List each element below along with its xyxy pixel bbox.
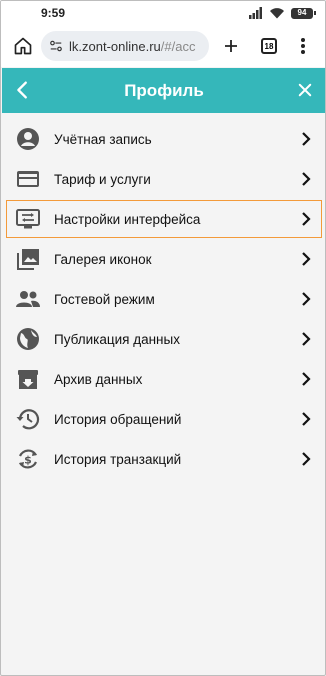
menu-item-transaction-history[interactable]: $ История транзакций bbox=[2, 439, 325, 479]
browser-toolbar: lk.zont-online.ru/#/acc 18 bbox=[1, 25, 325, 67]
chevron-right-icon bbox=[302, 292, 311, 306]
menu-item-guest-mode[interactable]: Гостевой режим bbox=[2, 279, 325, 319]
menu-item-label: Архив данных bbox=[54, 371, 143, 387]
menu-item-data-publishing[interactable]: Публикация данных bbox=[2, 319, 325, 359]
menu-item-data-archive[interactable]: Архив данных bbox=[2, 359, 325, 399]
transaction-history-icon: $ bbox=[15, 446, 41, 472]
chevron-left-icon bbox=[17, 81, 27, 99]
wifi-icon bbox=[270, 8, 284, 19]
account-icon bbox=[15, 126, 41, 152]
chevron-right-icon bbox=[302, 452, 311, 466]
url-path: /#/acc bbox=[160, 38, 196, 54]
profile-menu: Учётная запись Тариф и услуги Настройки … bbox=[2, 119, 325, 479]
phone-frame: 9:59 94 lk.zont-online.ru/#/acc 18 Профи… bbox=[0, 0, 326, 676]
globe-icon bbox=[15, 326, 41, 352]
browser-menu-button[interactable] bbox=[289, 32, 317, 60]
credit-card-icon bbox=[15, 166, 41, 192]
menu-item-label: Галерея иконок bbox=[54, 251, 152, 267]
chevron-right-icon bbox=[302, 332, 311, 346]
home-icon bbox=[14, 37, 32, 55]
menu-item-label: История транзакций bbox=[54, 451, 182, 467]
app-header: Профиль bbox=[2, 68, 325, 113]
menu-item-label: Настройки интерфейса bbox=[54, 211, 201, 227]
chevron-right-icon bbox=[302, 252, 311, 266]
menu-item-interface-settings[interactable]: Настройки интерфейса bbox=[5, 199, 323, 239]
close-button[interactable] bbox=[296, 81, 314, 99]
more-vert-icon bbox=[301, 38, 305, 54]
menu-item-label: Тариф и услуги bbox=[54, 171, 151, 187]
menu-item-support-history[interactable]: История обращений bbox=[2, 399, 325, 439]
archive-icon bbox=[15, 366, 41, 392]
status-time: 9:59 bbox=[41, 6, 66, 20]
close-icon bbox=[298, 83, 312, 97]
chevron-right-icon bbox=[302, 372, 311, 386]
tab-switcher-button[interactable]: 18 bbox=[255, 32, 283, 60]
chevron-right-icon bbox=[302, 412, 311, 426]
history-icon bbox=[15, 406, 41, 432]
menu-item-account[interactable]: Учётная запись bbox=[2, 119, 325, 159]
chevron-right-icon bbox=[302, 132, 311, 146]
address-bar[interactable]: lk.zont-online.ru/#/acc bbox=[41, 31, 209, 61]
url-text: lk.zont-online.ru/#/acc bbox=[69, 39, 195, 54]
battery-icon: 94 bbox=[291, 7, 316, 19]
plus-icon bbox=[225, 40, 237, 52]
menu-item-label: Публикация данных bbox=[54, 331, 180, 347]
menu-item-label: Гостевой режим bbox=[54, 291, 155, 307]
guests-icon bbox=[15, 286, 41, 312]
status-bar: 9:59 94 bbox=[1, 1, 325, 25]
back-button[interactable] bbox=[12, 79, 34, 101]
chevron-right-icon bbox=[302, 212, 311, 226]
site-settings-icon bbox=[50, 40, 62, 52]
menu-item-tariff[interactable]: Тариф и услуги bbox=[2, 159, 325, 199]
page-title: Профиль bbox=[124, 80, 204, 100]
tabs-count: 18 bbox=[261, 38, 277, 54]
new-tab-button[interactable] bbox=[217, 32, 245, 60]
menu-item-label: Учётная запись bbox=[54, 131, 152, 147]
status-icons: 94 bbox=[249, 7, 316, 19]
home-button[interactable] bbox=[9, 32, 37, 60]
chevron-right-icon bbox=[302, 172, 311, 186]
menu-item-icon-gallery[interactable]: Галерея иконок bbox=[2, 239, 325, 279]
svg-text:$: $ bbox=[24, 454, 32, 467]
url-host: lk.zont-online.ru bbox=[69, 38, 161, 54]
menu-item-label: История обращений bbox=[54, 411, 182, 427]
image-gallery-icon bbox=[15, 246, 41, 272]
interface-settings-icon bbox=[15, 206, 41, 232]
signal-icon bbox=[249, 7, 262, 19]
